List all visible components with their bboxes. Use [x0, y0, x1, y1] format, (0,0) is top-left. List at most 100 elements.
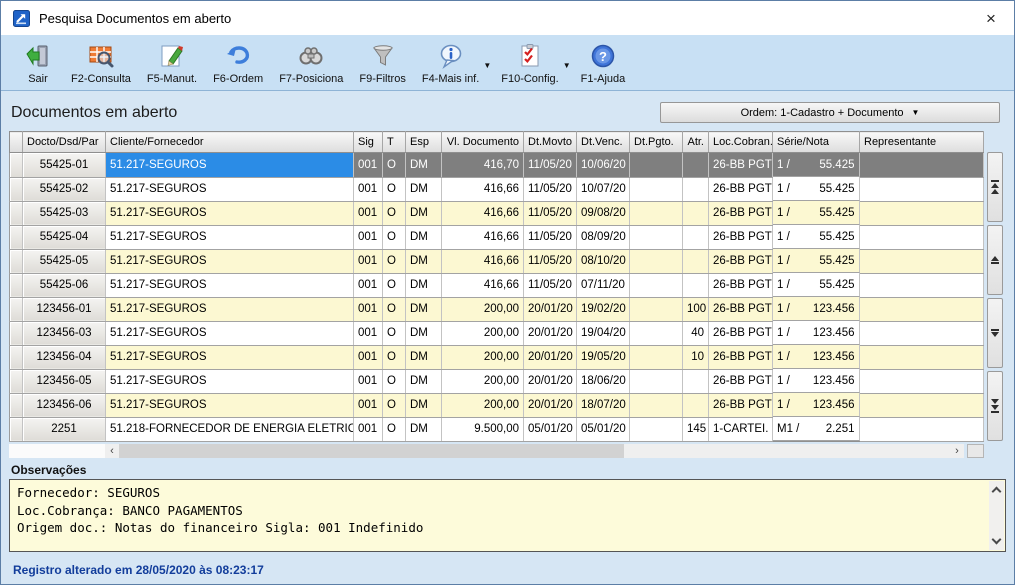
observacoes-scrollbar[interactable] [989, 481, 1004, 550]
cell-pgto[interactable] [630, 153, 683, 178]
row-indicator-cell[interactable] [10, 273, 23, 297]
cell-serie-nota[interactable]: 1 /55.425 [773, 153, 860, 177]
col-header-serie[interactable]: Série/Nota [773, 132, 860, 153]
cell-serie-nota[interactable]: 1 /123.456 [773, 393, 860, 417]
cell-valor[interactable]: 200,00 [442, 393, 524, 417]
row-indicator-cell[interactable] [10, 201, 23, 225]
col-header-venc[interactable]: Dt.Venc. [577, 132, 630, 153]
f6-ordem-button[interactable]: F6-Ordem [205, 39, 271, 87]
cell-movto[interactable]: 20/01/20 [524, 369, 577, 393]
row-header-cell[interactable]: 2251 [23, 417, 106, 442]
row-header-cell[interactable]: 55425-01 [23, 153, 106, 178]
cell-representante[interactable] [860, 321, 984, 345]
cell-t[interactable]: O [383, 249, 406, 273]
cell-cliente[interactable]: 51.217-SEGUROS [106, 201, 354, 225]
scroll-down-icon[interactable] [992, 535, 1002, 545]
cell-movto[interactable]: 20/01/20 [524, 393, 577, 417]
row-header-cell[interactable]: 123456-05 [23, 369, 106, 393]
cell-cliente[interactable]: 51.217-SEGUROS [106, 369, 354, 393]
cell-esp[interactable]: DM [406, 321, 442, 345]
cell-sig[interactable]: 001 [354, 273, 383, 297]
cell-atr[interactable] [683, 225, 709, 249]
cell-atr[interactable] [683, 369, 709, 393]
cell-t[interactable]: O [383, 393, 406, 417]
cell-t[interactable]: O [383, 201, 406, 225]
cell-t[interactable]: O [383, 225, 406, 249]
cell-sig[interactable]: 001 [354, 345, 383, 369]
cell-sig[interactable]: 001 [354, 249, 383, 273]
cell-pgto[interactable] [630, 297, 683, 321]
cell-representante[interactable] [860, 201, 984, 225]
cell-pgto[interactable] [630, 369, 683, 393]
cell-esp[interactable]: DM [406, 177, 442, 201]
f7-posiciona-button[interactable]: F7-Posiciona [271, 39, 351, 87]
cell-t[interactable]: O [383, 417, 406, 442]
cell-valor[interactable]: 200,00 [442, 345, 524, 369]
cell-valor[interactable]: 200,00 [442, 321, 524, 345]
cell-representante[interactable] [860, 225, 984, 249]
cell-atr[interactable]: 145 [683, 417, 709, 442]
cell-movto[interactable]: 11/05/20 [524, 249, 577, 273]
row-header-cell[interactable]: 123456-03 [23, 321, 106, 345]
cell-valor[interactable]: 200,00 [442, 297, 524, 321]
cell-esp[interactable]: DM [406, 249, 442, 273]
cell-venc[interactable]: 10/07/20 [577, 177, 630, 201]
cell-loc[interactable]: 26-BB PGTO [709, 153, 773, 178]
cell-atr[interactable]: 10 [683, 345, 709, 369]
cell-loc[interactable]: 1-CARTEI. [709, 417, 773, 442]
cell-movto[interactable]: 20/01/20 [524, 297, 577, 321]
row-indicator-cell[interactable] [10, 345, 23, 369]
cell-cliente[interactable]: 51.217-SEGUROS [106, 225, 354, 249]
row-header-cell[interactable]: 55425-04 [23, 225, 106, 249]
f5-manut-button[interactable]: F5-Manut. [139, 39, 205, 87]
cell-loc[interactable]: 26-BB PGTO [709, 273, 773, 297]
cell-t[interactable]: O [383, 297, 406, 321]
col-header-docto[interactable]: Docto/Dsd/Par [23, 132, 106, 153]
col-header-pgto[interactable]: Dt.Pgto. [630, 132, 683, 153]
cell-valor[interactable]: 416,66 [442, 225, 524, 249]
f9-filtros-button[interactable]: F9-Filtros [351, 39, 413, 87]
mais-inf-dropdown-icon[interactable]: ▼ [483, 61, 491, 70]
col-header-representante[interactable]: Representante [860, 132, 984, 153]
cell-t[interactable]: O [383, 321, 406, 345]
cell-valor[interactable]: 416,66 [442, 249, 524, 273]
cell-venc[interactable]: 08/10/20 [577, 249, 630, 273]
cell-pgto[interactable] [630, 417, 683, 442]
cell-atr[interactable] [683, 273, 709, 297]
cell-movto[interactable]: 11/05/20 [524, 153, 577, 178]
cell-pgto[interactable] [630, 225, 683, 249]
cell-loc[interactable]: 26-BB PGTO [709, 369, 773, 393]
cell-pgto[interactable] [630, 177, 683, 201]
cell-valor[interactable]: 416,66 [442, 273, 524, 297]
cell-cliente[interactable]: 51.217-SEGUROS [106, 297, 354, 321]
f10-config-button[interactable]: F10-Config. [493, 39, 566, 87]
cell-atr[interactable]: 40 [683, 321, 709, 345]
scroll-page-up-button[interactable] [987, 225, 1003, 295]
cell-serie-nota[interactable]: M1 /2.251 [773, 417, 860, 441]
row-indicator-cell[interactable] [10, 297, 23, 321]
cell-t[interactable]: O [383, 177, 406, 201]
row-header-cell[interactable]: 123456-06 [23, 393, 106, 417]
cell-cliente[interactable]: 51.217-SEGUROS [106, 345, 354, 369]
cell-venc[interactable]: 18/07/20 [577, 393, 630, 417]
cell-venc[interactable]: 07/11/20 [577, 273, 630, 297]
cell-representante[interactable] [860, 153, 984, 178]
cell-serie-nota[interactable]: 1 /55.425 [773, 201, 860, 225]
cell-cliente[interactable]: 51.217-SEGUROS [106, 321, 354, 345]
cell-movto[interactable]: 20/01/20 [524, 321, 577, 345]
cell-cliente[interactable]: 51.217-SEGUROS [106, 249, 354, 273]
observacoes-textarea[interactable]: Fornecedor: SEGUROS Loc.Cobrança: BANCO … [9, 479, 1006, 552]
cell-movto[interactable]: 11/05/20 [524, 177, 577, 201]
scroll-first-button[interactable] [987, 152, 1003, 222]
cell-representante[interactable] [860, 177, 984, 201]
cell-t[interactable]: O [383, 345, 406, 369]
cell-loc[interactable]: 26-BB PGTO [709, 225, 773, 249]
cell-serie-nota[interactable]: 1 /55.425 [773, 249, 860, 273]
cell-pgto[interactable] [630, 201, 683, 225]
cell-loc[interactable]: 26-BB PGTO [709, 393, 773, 417]
cell-venc[interactable]: 05/01/20 [577, 417, 630, 442]
cell-representante[interactable] [860, 345, 984, 369]
cell-pgto[interactable] [630, 393, 683, 417]
row-indicator-cell[interactable] [10, 321, 23, 345]
row-indicator-cell[interactable] [10, 417, 23, 442]
